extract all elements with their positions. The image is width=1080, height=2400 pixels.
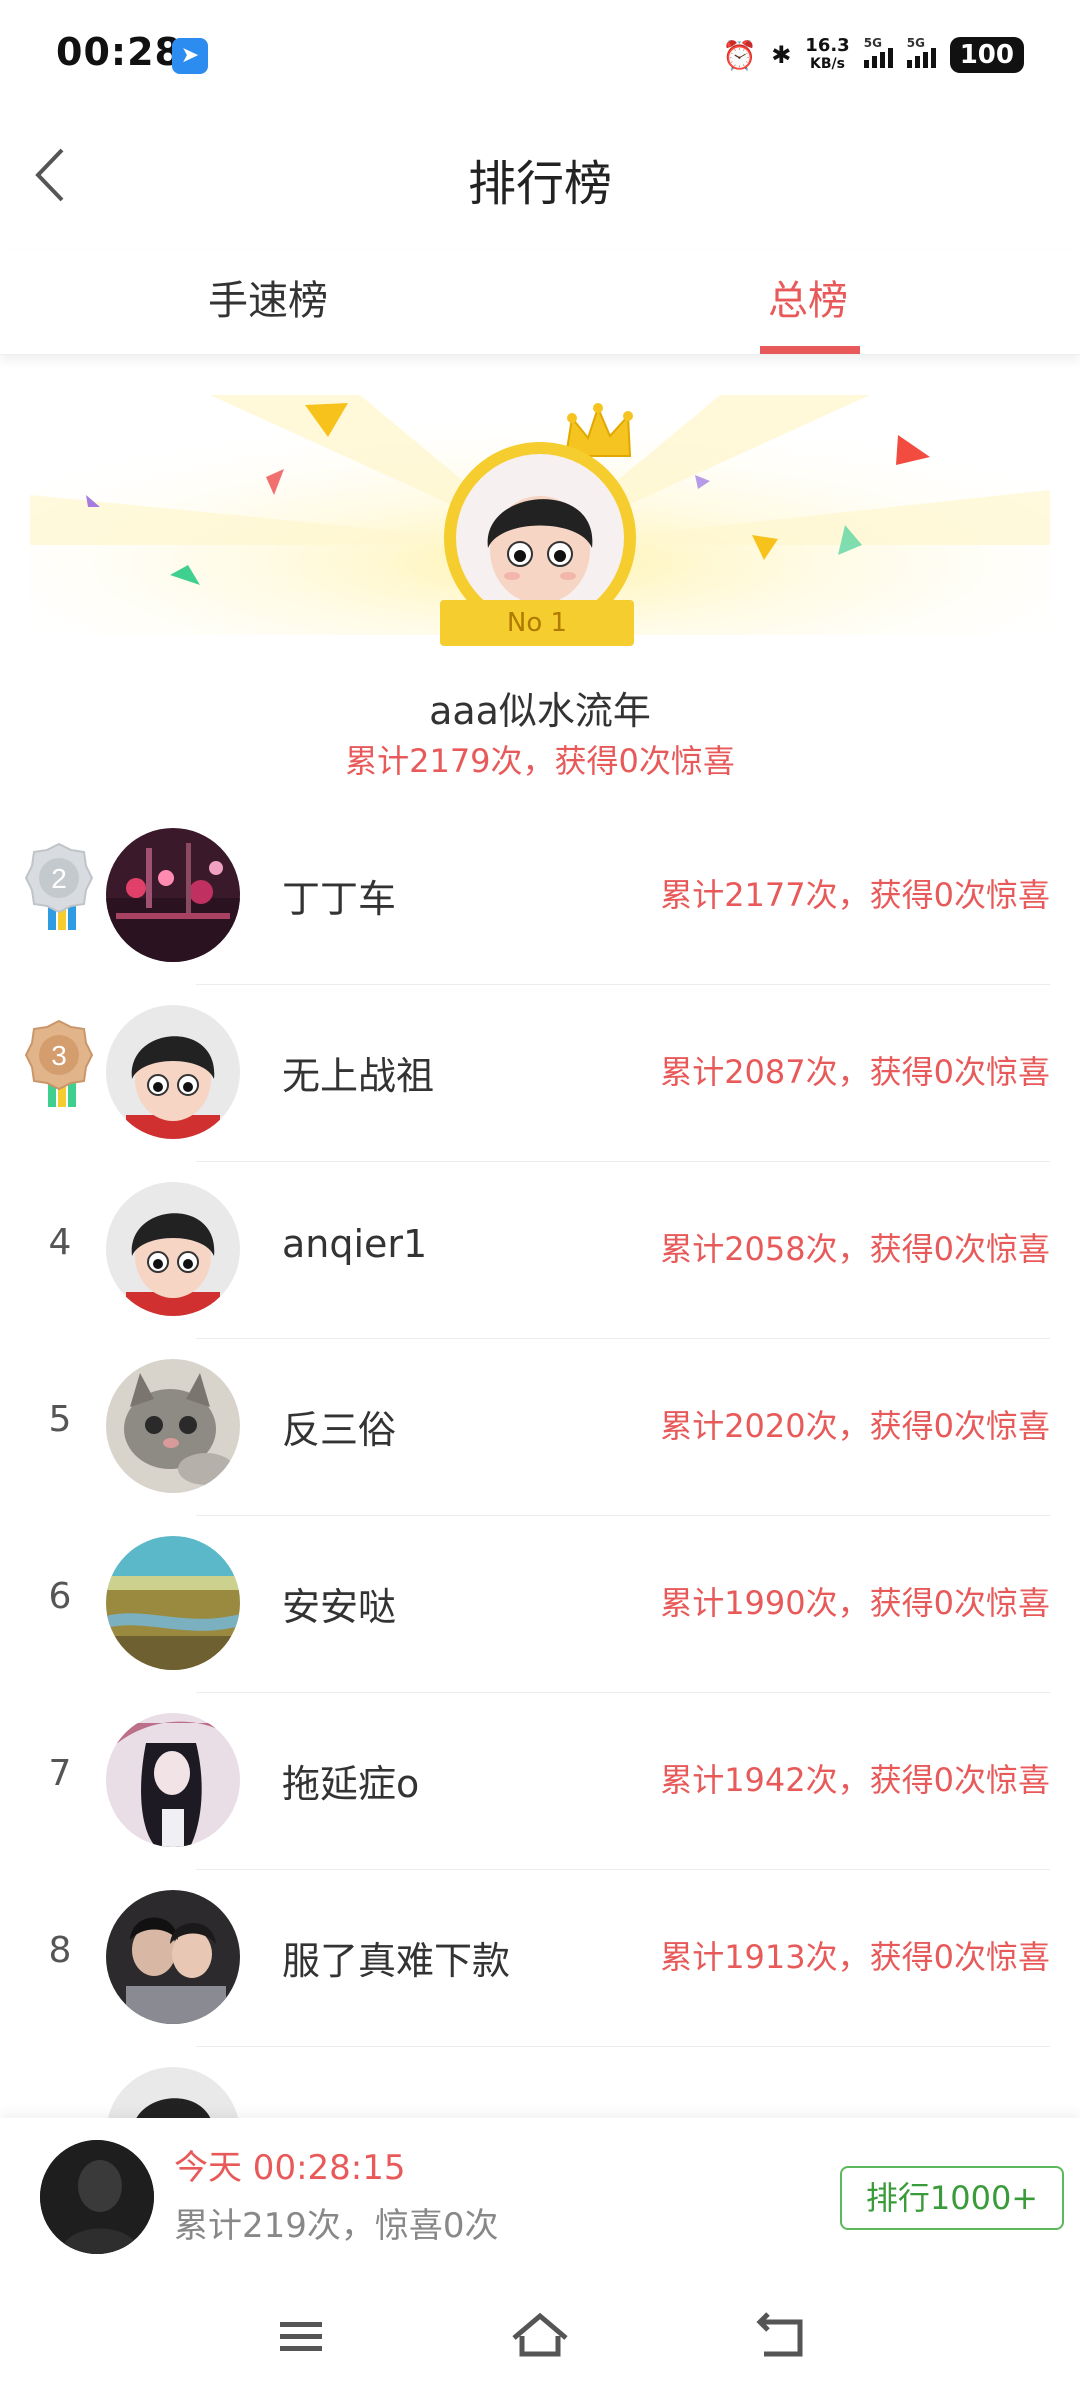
- list-item[interactable]: 6 安安哒 累计1990次，获得0次惊喜: [0, 1516, 1080, 1693]
- user-name: 拖延症o: [282, 1762, 420, 1806]
- home-icon: [512, 2312, 568, 2357]
- avatar-cartoon: [106, 1182, 240, 1316]
- user-name: 丁丁车: [282, 877, 397, 921]
- back-nav-button[interactable]: [742, 2302, 822, 2372]
- user-name: 服了真难下款: [282, 1939, 511, 1983]
- tab-speed-ranking[interactable]: 手速榜: [208, 268, 328, 326]
- system-nav-bar: [0, 2278, 1080, 2400]
- signal-icon: 5G: [863, 36, 893, 68]
- my-stats: 累计219次，惊喜0次: [174, 2206, 499, 2246]
- avatar-photo: [106, 1536, 240, 1670]
- user-name: anqier1: [282, 1222, 428, 1266]
- menu-icon: [280, 2322, 322, 2351]
- rank-number: 8: [48, 1930, 72, 1971]
- list-item[interactable]: 5 反三俗 累计2020次，获得0次惊喜: [0, 1339, 1080, 1516]
- rank-number: 4: [48, 1222, 72, 1263]
- avatar-photo: [106, 1359, 240, 1493]
- ranking-page: 00:28 ➤ ⏰ ✱ 16.3 KB/s 5G 5G 100 排行榜 手速榜 …: [0, 0, 1080, 2400]
- battery-icon: 100: [949, 37, 1024, 73]
- user-name: 无上战祖: [282, 1054, 435, 1098]
- bronze-medal-icon: 3: [24, 1019, 94, 1107]
- active-tab-indicator: [760, 346, 860, 354]
- menu-button[interactable]: [260, 2302, 340, 2372]
- list-item[interactable]: 3 无上战祖 累计2087次，获得0次惊喜: [0, 985, 1080, 1162]
- svg-text:3: 3: [51, 1040, 67, 1071]
- my-time: 今天 00:28:15: [174, 2148, 406, 2188]
- avatar: [106, 1005, 240, 1139]
- ranking-list: 2 丁丁车 累计2177次，获得0次惊喜 3 无上战祖 累计2087次，获得0次…: [0, 808, 1080, 2224]
- header: 排行榜: [0, 120, 1080, 230]
- user-stats: 累计2020次，获得0次惊喜: [660, 1407, 1050, 1445]
- avatar-photo: [106, 828, 240, 962]
- user-stats: 累计1942次，获得0次惊喜: [660, 1761, 1050, 1799]
- tab-total-ranking[interactable]: 总榜: [768, 268, 848, 326]
- avatar: [106, 1182, 240, 1316]
- svg-text:2: 2: [51, 863, 67, 894]
- avatar-cartoon: [106, 1005, 240, 1139]
- my-rank-button[interactable]: 排行1000+: [840, 2166, 1064, 2230]
- my-avatar[interactable]: [40, 2140, 154, 2254]
- status-bar: 00:28 ➤ ⏰ ✱ 16.3 KB/s 5G 5G 100: [0, 0, 1080, 110]
- list-item[interactable]: 7 拖延症o 累计1942次，获得0次惊喜: [0, 1693, 1080, 1870]
- avatar-photo: [106, 1890, 240, 2024]
- user-stats: 累计2177次，获得0次惊喜: [660, 876, 1050, 914]
- user-stats: 累计2087次，获得0次惊喜: [660, 1053, 1050, 1091]
- user-name: 安安哒: [282, 1585, 397, 1629]
- avatar-photo: [40, 2140, 154, 2254]
- list-item[interactable]: 2 丁丁车 累计2177次，获得0次惊喜: [0, 808, 1080, 985]
- list-item[interactable]: 8 服了真难下款 累计1913次，获得0次惊喜: [0, 1870, 1080, 2047]
- avatar: [106, 1359, 240, 1493]
- avatar: [106, 1536, 240, 1670]
- user-name: 反三俗: [282, 1408, 397, 1452]
- avatar: [106, 1713, 240, 1847]
- silver-medal-icon: 2: [24, 842, 94, 930]
- rank-number: 5: [48, 1399, 72, 1440]
- status-time: 00:28: [56, 30, 182, 74]
- rank-number: 7: [48, 1753, 72, 1794]
- status-icons: ⏰ ✱ 16.3 KB/s 5G 5G 100: [722, 30, 1024, 80]
- no1-badge: No 1: [440, 600, 634, 646]
- back-icon: [756, 2312, 803, 2357]
- user-stats: 累计1913次，获得0次惊喜: [660, 1938, 1050, 1976]
- tab-bar: 手速榜 总榜: [0, 250, 1080, 355]
- avatar: [106, 828, 240, 962]
- app-notification-icon: ➤: [172, 38, 208, 74]
- top1-stats: 累计2179次，获得0次惊喜: [345, 742, 735, 780]
- alarm-icon: ⏰: [722, 38, 758, 72]
- home-button[interactable]: [500, 2302, 580, 2372]
- signal-icon: 5G: [906, 36, 936, 68]
- user-stats: 累计1990次，获得0次惊喜: [660, 1584, 1050, 1622]
- network-speed: 16.3 KB/s: [805, 35, 850, 72]
- bluetooth-icon: ✱: [771, 41, 792, 69]
- list-item[interactable]: 4 anqier1 累计2058次，获得0次惊喜: [0, 1162, 1080, 1339]
- avatar-illustration: [106, 1713, 240, 1847]
- my-rank-bar: 今天 00:28:15 累计219次，惊喜0次 排行1000+: [0, 2118, 1080, 2278]
- avatar: [106, 1890, 240, 2024]
- top1-name: aaa似水流年: [429, 689, 651, 733]
- page-title: 排行榜: [467, 156, 612, 212]
- user-stats: 累计2058次，获得0次惊喜: [660, 1230, 1050, 1268]
- rank-number: 6: [48, 1576, 72, 1617]
